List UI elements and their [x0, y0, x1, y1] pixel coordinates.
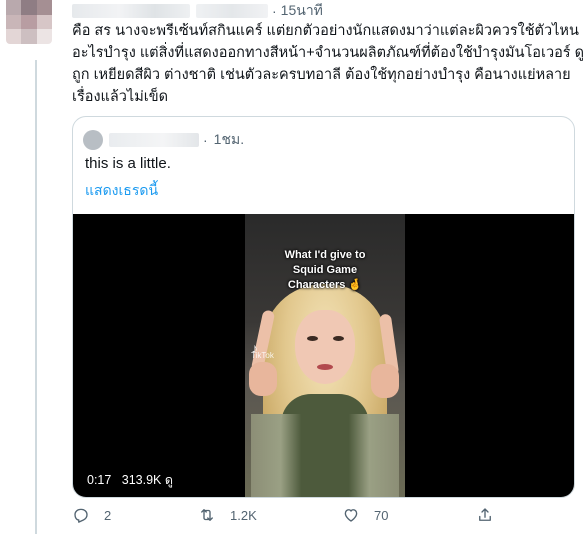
video-caption: What I'd give to Squid Game Characters 🤞: [245, 248, 405, 293]
video-info: 0:17 313.9K ดู: [87, 470, 173, 490]
tweet-text-line: ถูก เหยียดสีผิว ต่างชาติ เช่นตัวละครบทอา…: [72, 67, 571, 83]
quoted-tweet-card[interactable]: · 1ชม. this is a little. แสดงเธรดนี้ Wha…: [72, 116, 575, 498]
quoted-tweet-text: this is a little.: [85, 155, 171, 172]
video-caption-line: Squid Game: [292, 264, 358, 276]
tiktok-watermark: ♪ TikTok: [251, 341, 274, 360]
quoted-author-name-redacted: [109, 133, 199, 147]
video-caption-line: Characters 🤞: [287, 279, 363, 291]
tiktok-watermark-text: TikTok: [251, 351, 274, 360]
tweet-text-line: เรื่องแล้วไม่เข็ด: [72, 89, 169, 105]
thread-line: [35, 60, 37, 534]
video-player[interactable]: What I'd give to Squid Game Characters 🤞…: [73, 214, 574, 497]
share-icon: [479, 508, 491, 521]
tweet-text: คือ สร นางจะพรีเซ้นท์สกินแคร์ แต่ยกตัวอย…: [72, 20, 585, 108]
video-subject-hand: [249, 362, 277, 396]
reply-button[interactable]: 2: [72, 506, 111, 524]
video-duration: 0:17: [87, 473, 112, 487]
share-button[interactable]: [476, 506, 494, 524]
video-subject-eye: [307, 336, 318, 341]
separator-dot: ·: [272, 3, 277, 19]
tweet-text-line: อะไรบำรุง แต่สิ่งที่แสดงออกทางสีหน้า+จำน…: [72, 45, 585, 61]
quoted-tweet-timestamp[interactable]: 1ชม.: [214, 129, 244, 151]
author-avatar[interactable]: [6, 0, 52, 44]
video-subject-jacket: [251, 414, 399, 497]
video-subject-eye: [333, 336, 344, 341]
quoted-tweet-header: · 1ชม.: [83, 129, 244, 151]
video-frame: What I'd give to Squid Game Characters 🤞…: [245, 214, 405, 497]
video-subject-lips: [317, 364, 333, 370]
retweet-count: 1.2K: [230, 507, 257, 523]
show-thread-link[interactable]: แสดงเธรดนี้: [85, 180, 158, 202]
quoted-author-avatar: [83, 130, 103, 150]
retweet-button[interactable]: 1.2K: [198, 506, 257, 524]
tweet-header: · 15นาที: [72, 0, 323, 22]
tweet-actions: 2 1.2K 70: [72, 506, 502, 532]
separator-dot: ·: [203, 132, 208, 148]
retweet-icon: [201, 509, 213, 521]
video-caption-line: What I'd give to: [284, 249, 366, 261]
like-count: 70: [374, 507, 389, 523]
tweet-text-line: คือ สร นางจะพรีเซ้นท์สกินแคร์ แต่ยกตัวอย…: [72, 23, 579, 39]
like-button[interactable]: 70: [342, 506, 388, 524]
author-handle-redacted[interactable]: [196, 4, 268, 18]
author-name-redacted[interactable]: [72, 4, 190, 18]
reply-count: 2: [104, 507, 112, 523]
video-view-count: 313.9K ดู: [121, 473, 173, 487]
heart-icon: [344, 509, 358, 522]
video-subject-face: [295, 310, 355, 384]
tweet-timestamp[interactable]: 15นาที: [281, 0, 323, 22]
video-subject-hand: [371, 364, 399, 398]
reply-icon: [74, 508, 88, 523]
